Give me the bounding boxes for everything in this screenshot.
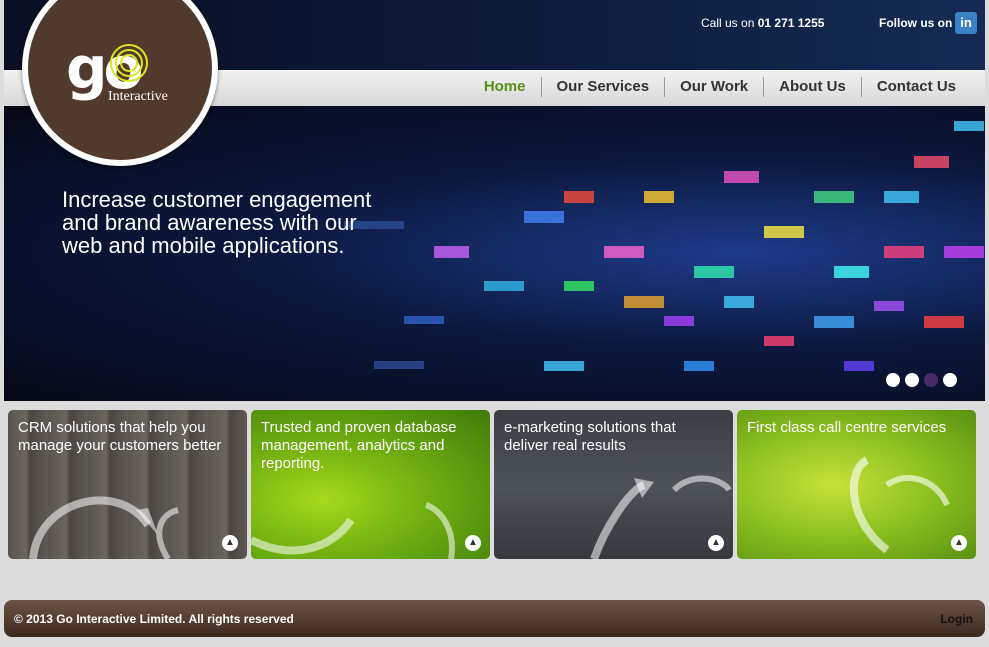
nav-our-work[interactable]: Our Work (664, 77, 763, 97)
login-link[interactable]: Login (940, 612, 973, 626)
tile-emarketing[interactable]: e-marketing solutions that deliver real … (494, 410, 733, 559)
chevron-up-icon[interactable]: ▲ (465, 535, 481, 551)
logo-subtitle: Interactive (108, 89, 168, 104)
slider-dot-2[interactable] (905, 373, 919, 387)
tile-database[interactable]: Trusted and proven database management, … (251, 410, 490, 559)
slider-dot-4[interactable] (943, 373, 957, 387)
tile-crm[interactable]: CRM solutions that help you manage your … (8, 410, 247, 559)
call-prefix: Call us on (701, 16, 755, 30)
main-nav: Home Our Services Our Work About Us Cont… (469, 77, 971, 97)
tile-call-centre-text: First class call centre services (747, 419, 947, 436)
footer: © 2013 Go Interactive Limited. All right… (4, 600, 985, 637)
tile-database-text: Trusted and proven database management, … (261, 419, 457, 472)
call-us-text: Call us on 01 271 1255 (701, 16, 824, 30)
follow-us-label: Follow us on (879, 16, 953, 30)
chevron-up-icon[interactable]: ▲ (951, 535, 967, 551)
chevron-up-icon[interactable]: ▲ (222, 535, 238, 551)
slider-dot-3[interactable] (924, 373, 938, 387)
chevron-up-icon[interactable]: ▲ (708, 535, 724, 551)
nav-about-us[interactable]: About Us (763, 77, 861, 97)
linkedin-icon[interactable]: in (955, 12, 977, 34)
logo-swirl-icon (110, 44, 148, 82)
tile-crm-text: CRM solutions that help you manage your … (18, 419, 222, 454)
tile-call-centre[interactable]: First class call centre services ▲ (737, 410, 976, 559)
slider-dot-1[interactable] (886, 373, 900, 387)
nav-home[interactable]: Home (469, 77, 541, 97)
nav-our-services[interactable]: Our Services (540, 77, 665, 97)
page: Call us on 01 271 1255 Follow us on in H… (0, 0, 989, 647)
hero-headline: Increase customer engagement and brand a… (62, 187, 372, 258)
nav-contact-us[interactable]: Contact Us (860, 77, 971, 97)
slider-dots (886, 373, 957, 387)
copyright-text: © 2013 Go Interactive Limited. All right… (14, 612, 294, 626)
phone-number: 01 271 1255 (757, 16, 825, 30)
tile-emarketing-text: e-marketing solutions that deliver real … (504, 419, 676, 454)
